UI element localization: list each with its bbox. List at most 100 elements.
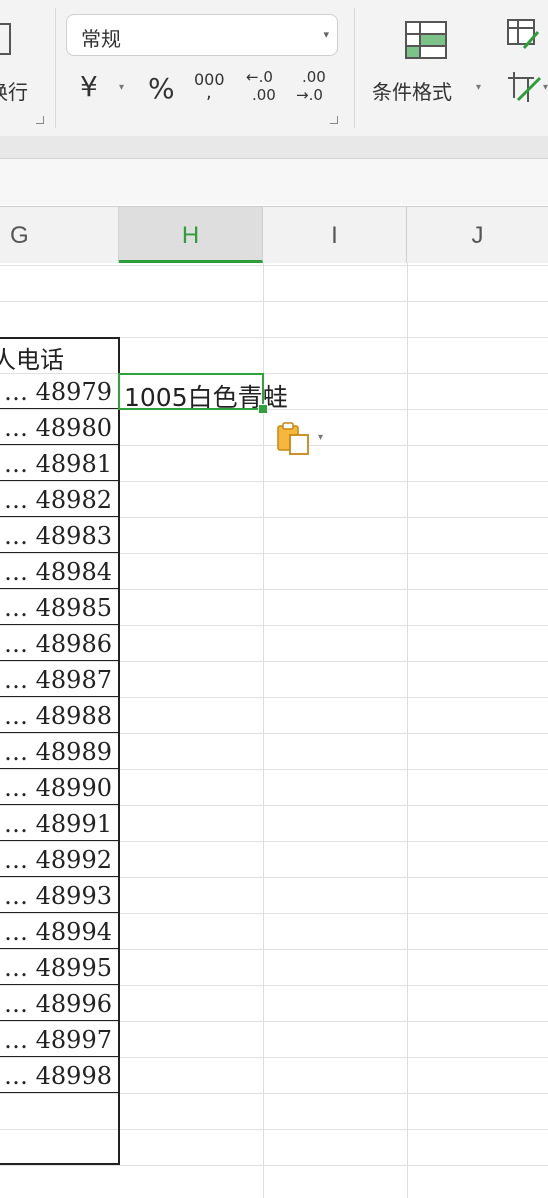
column-g-cell[interactable]: … 48995 [4,954,112,982]
row-gridline [0,445,548,446]
row-gridline [0,661,548,662]
wrap-text-label[interactable]: 换行 [0,76,28,105]
column-g-cell[interactable]: … 48987 [4,666,112,694]
column-g-cell[interactable]: … 48979 [4,378,112,406]
percent-button[interactable]: % [148,72,175,105]
column-header-i[interactable]: I [263,207,407,263]
row-gridline [0,913,548,914]
table-row-border [0,660,119,661]
table-border [118,337,120,1165]
cell-style-icon[interactable] [506,70,548,104]
decrease-decimal-top: .00 [302,68,326,86]
chevron-down-icon[interactable]: ▾ [543,82,548,93]
number-format-value: 常规 [81,27,121,51]
table-row-border [0,768,119,769]
column-g-cell[interactable]: … 48984 [4,558,112,586]
row-gridline [0,265,548,266]
row-gridline [0,1057,548,1058]
table-row-border [0,408,119,409]
column-g-cell[interactable]: … 48993 [4,882,112,910]
column-g-cell[interactable]: … 48992 [4,846,112,874]
column-g-cell[interactable]: … 48991 [4,810,112,838]
table-row-border [0,444,119,445]
column-g-cell[interactable]: … 48997 [4,1026,112,1054]
column-header-row: G H I J [0,206,548,263]
table-row-border [0,1020,119,1021]
increase-decimal-button[interactable]: ←.0 .00 [246,68,282,108]
table-row-border [0,840,119,841]
row-gridline [0,517,548,518]
table-style-icon[interactable] [506,18,548,52]
row-gridline [0,625,548,626]
row-gridline [0,949,548,950]
increase-decimal-bottom: .00 [252,86,276,104]
column-g-cell[interactable]: … 48982 [4,486,112,514]
wrap-text-icon[interactable] [0,22,14,56]
cell-selection-border [118,373,264,410]
table-row-border [0,912,119,913]
chevron-down-icon: ▾ [323,29,329,41]
table-row-border [0,696,119,697]
column-g-cell[interactable]: … 48989 [4,738,112,766]
table-row-border [0,876,119,877]
table-row-border [0,732,119,733]
fill-handle[interactable] [258,404,268,414]
row-gridline [0,985,548,986]
chevron-down-icon[interactable]: ▾ [318,432,323,443]
chevron-down-icon[interactable]: ▾ [119,82,124,93]
chevron-down-icon[interactable]: ▾ [476,82,481,93]
table-row-border [0,948,119,949]
table-row-border [0,624,119,625]
column-g-cell[interactable]: … 48998 [4,1062,112,1090]
row-gridline [0,1021,548,1022]
row-gridline [0,589,548,590]
table-row-border [0,480,119,481]
row-gridline [0,805,548,806]
column-g-cell[interactable]: … 48983 [4,522,112,550]
row-gridline [0,373,548,374]
column-g-cell[interactable]: … 48981 [4,450,112,478]
currency-button[interactable]: ¥ [80,70,98,103]
column-g-cell[interactable]: … 48980 [4,414,112,442]
table-row-border [0,804,119,805]
column-g-cell[interactable]: … 48990 [4,774,112,802]
table-border [0,1163,119,1165]
row-gridline [0,769,548,770]
row-gridline [0,841,548,842]
column-header-j[interactable]: J [407,207,548,263]
row-gridline [0,481,548,482]
row-gridline [0,553,548,554]
ribbon-toolbar: 换行 常规 ▾ ¥ ▾ % 000 , ←.0 .00 .00 →.0 条件格式… [0,0,548,136]
column-header-h[interactable]: H [119,207,263,263]
column-g-cell[interactable]: … 48986 [4,630,112,658]
column-g-cell[interactable]: … 48994 [4,918,112,946]
column-gridline [407,263,408,1198]
conditional-format-icon[interactable] [404,20,448,60]
row-gridline [0,697,548,698]
group-separator [354,8,355,128]
table-row-border [0,984,119,985]
formula-bar-area [0,159,548,205]
column-header-g[interactable]: G [0,207,119,263]
contact-phone-header: 人电话 [0,346,64,374]
column-g-cell[interactable]: … 48996 [4,990,112,1018]
group-launcher-icon[interactable] [330,116,338,124]
thousands-separator-button[interactable]: 000 , [194,70,230,110]
paste-options-icon[interactable] [276,422,312,456]
conditional-format-label[interactable]: 条件格式 [372,76,452,105]
table-border [0,337,119,339]
increase-decimal-top: ←.0 [246,68,273,86]
group-separator [55,8,56,128]
row-gridline [0,1093,548,1094]
ribbon-bottom-bar [0,136,548,159]
table-border [0,1092,119,1093]
group-launcher-icon[interactable] [36,116,44,124]
number-format-select[interactable]: 常规 ▾ [66,14,338,56]
column-g-cell[interactable]: … 48985 [4,594,112,622]
row-gridline [0,1165,548,1166]
thousands-bottom: , [206,82,212,103]
table-row-border [0,516,119,517]
decrease-decimal-button[interactable]: .00 →.0 [296,68,332,108]
table-row-border [0,1056,119,1057]
column-g-cell[interactable]: … 48988 [4,702,112,730]
